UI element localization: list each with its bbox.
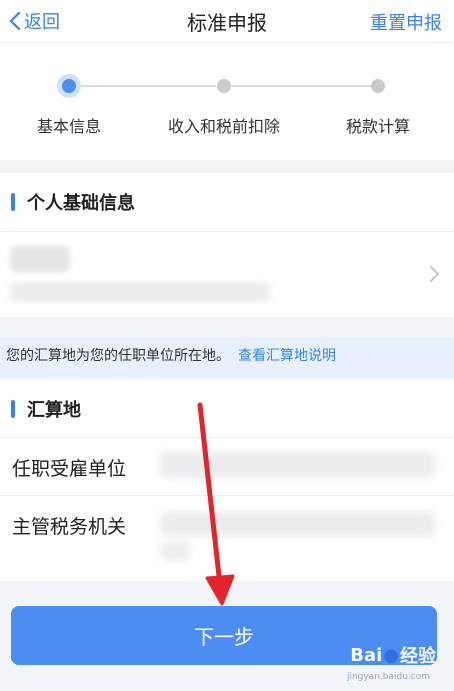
blurred-tax-authority-value [160, 542, 190, 560]
section-title: 汇算地 [27, 400, 81, 421]
step-connector [231, 85, 371, 87]
blurred-id [10, 282, 270, 302]
tax-location-notice: 您的汇算地为您的任职单位所在地。 查看汇算地说明 [0, 337, 454, 377]
step-label-income: 收入和税前扣除 [167, 117, 281, 136]
section-accent-bar [11, 193, 15, 211]
tax-authority-label: 主管税务机关 [12, 516, 127, 538]
watermark-brand-right: 经验 [400, 646, 436, 667]
step-label-basic-info: 基本信息 [36, 117, 102, 136]
blurred-employer-value [160, 452, 435, 478]
progress-stepper: 基本信息 收入和税前扣除 税款计算 [0, 42, 454, 160]
watermark-url: jingyan.baidu.com [346, 672, 430, 682]
blurred-tax-authority-value [160, 512, 435, 536]
personal-info-section-header: 个人基础信息 [0, 173, 454, 231]
baidu-watermark: Bai ● 经验 [350, 642, 436, 668]
section-title: 个人基础信息 [27, 193, 135, 214]
section-accent-bar [11, 400, 15, 418]
step-label-tax-calc: 税款计算 [345, 117, 411, 136]
paw-icon: ● [383, 644, 399, 666]
tax-location-help-link[interactable]: 查看汇算地说明 [238, 348, 336, 364]
chevron-right-icon [430, 266, 439, 282]
blurred-name [10, 246, 70, 272]
employer-field-row[interactable]: 任职受雇单位 [0, 437, 454, 495]
watermark-brand-left: Bai [350, 644, 383, 666]
step-dot-active [57, 74, 81, 98]
notice-text: 您的汇算地为您的任职单位所在地。 [6, 348, 230, 364]
nav-header: 返回 标准申报 重置申报 [0, 0, 454, 42]
tax-authority-field-row[interactable]: 主管税务机关 [0, 495, 454, 581]
step-connector [80, 85, 216, 87]
tax-location-section-header: 汇算地 [0, 380, 454, 438]
employer-label: 任职受雇单位 [12, 458, 127, 480]
step-dot [217, 79, 231, 93]
reset-declaration-button[interactable]: 重置申报 [370, 9, 442, 35]
step-dot [371, 79, 385, 93]
personal-info-row[interactable] [0, 231, 454, 317]
